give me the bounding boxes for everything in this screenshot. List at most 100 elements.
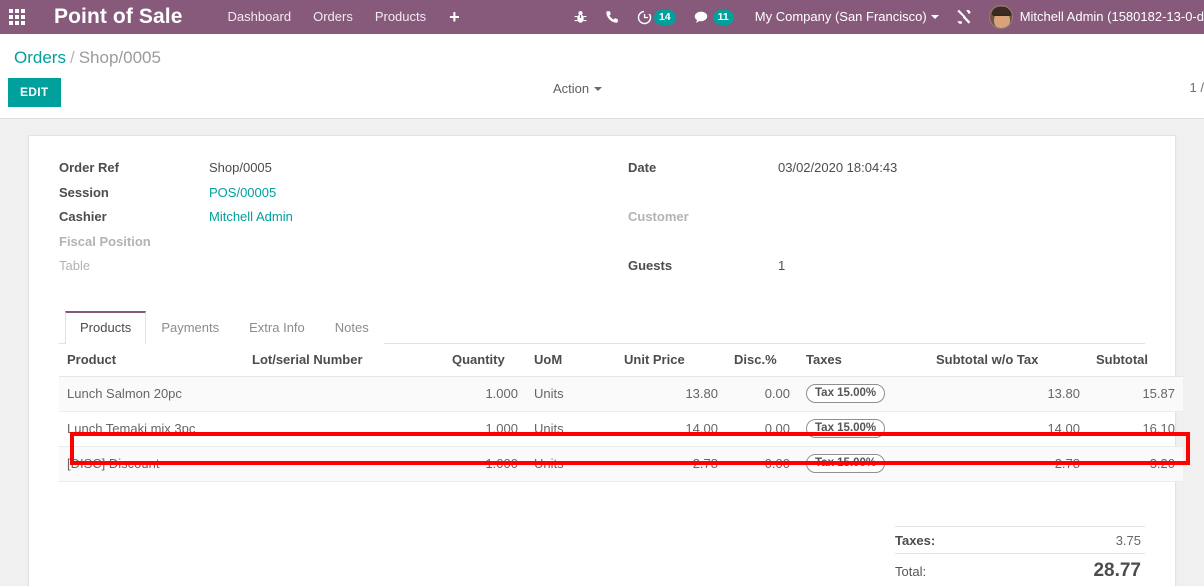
field-cashier: Cashier Mitchell Admin [59, 209, 602, 234]
form-fields: Order Ref Shop/0005 Session POS/00005 Ca… [59, 158, 1145, 283]
control-panel-actions: EDIT Action 1 / [0, 69, 1204, 107]
app-brand-title[interactable]: Point of Sale [54, 5, 182, 29]
nav-add-button[interactable]: + [437, 0, 472, 34]
breadcrumb-separator: / [69, 48, 75, 67]
cell-subtotal-wo-tax: 13.80 [928, 376, 1088, 412]
field-label-fiscal-position: Fiscal Position [59, 233, 151, 249]
tax-badge: Tax 15.00% [806, 453, 886, 473]
col-quantity[interactable]: Quantity [444, 343, 526, 377]
field-label-session: Session [59, 184, 109, 200]
phone-icon[interactable] [596, 0, 628, 34]
order-lines-table: Product Lot/serial Number Quantity UoM U… [59, 343, 1183, 482]
field-value-cashier[interactable]: Mitchell Admin [209, 209, 293, 224]
form-column-right: Date 03/02/2020 18:04:43 Customer Guests… [602, 160, 1145, 283]
field-label-date: Date [628, 160, 657, 175]
activities-menu[interactable]: 14 [628, 0, 685, 34]
field-value-date: 03/02/2020 18:04:43 [778, 160, 898, 175]
table-row[interactable]: [DISC] Discount 1.000 Units -2.78 0.00 T… [59, 446, 1183, 482]
col-uom[interactable]: UoM [526, 343, 616, 377]
company-name: My Company (San Francisco) [754, 9, 927, 24]
col-lot-serial[interactable]: Lot/serial Number [244, 343, 444, 377]
tab-products[interactable]: Products [65, 310, 147, 344]
cell-uom: Units [526, 411, 616, 447]
tab-payments[interactable]: Payments [146, 310, 235, 344]
cell-subtotal: 16.10 [1088, 411, 1183, 447]
cell-unit-price: 13.80 [616, 376, 726, 412]
user-menu-label[interactable]: Mitchell Admin (1580182-13-0-d [1020, 0, 1204, 34]
table-row[interactable]: Lunch Temaki mix 3pc 1.000 Units 14.00 0… [59, 411, 1183, 447]
action-dropdown[interactable]: Action [553, 81, 603, 96]
chevron-down-icon [594, 86, 603, 91]
col-product[interactable]: Product [59, 343, 244, 377]
field-label-customer: Customer [628, 209, 689, 224]
total-row-total: Total: 28.77 [895, 552, 1145, 587]
total-value-total: 28.77 [1093, 559, 1141, 581]
tab-extra-info[interactable]: Extra Info [234, 310, 320, 344]
field-fiscal-position: Fiscal Position [59, 234, 602, 259]
col-discount[interactable]: Disc.% [726, 343, 798, 377]
field-guests: Guests 1 [628, 258, 1145, 283]
total-value-taxes: 3.75 [1115, 532, 1141, 548]
field-value-session[interactable]: POS/00005 [209, 185, 276, 200]
cell-product: Lunch Salmon 20pc [59, 376, 244, 412]
content-area: Order Ref Shop/0005 Session POS/00005 Ca… [0, 119, 1204, 586]
tax-badge: Tax 15.00% [806, 418, 886, 438]
cell-discount: 0.00 [726, 446, 798, 482]
breadcrumb: Orders / Shop/0005 [0, 34, 1204, 69]
bug-icon[interactable] [565, 0, 596, 34]
cell-uom: Units [526, 446, 616, 482]
field-date: Date 03/02/2020 18:04:43 [628, 160, 1145, 185]
cell-discount: 0.00 [726, 376, 798, 412]
cell-taxes: Tax 15.00% [798, 411, 928, 447]
user-avatar[interactable] [988, 5, 1013, 29]
action-dropdown-label: Action [553, 81, 590, 96]
table-header-row: Product Lot/serial Number Quantity UoM U… [59, 343, 1183, 377]
col-subtotal-wo-tax[interactable]: Subtotal w/o Tax [928, 343, 1088, 377]
cell-subtotal-wo-tax: -2.78 [928, 446, 1088, 482]
form-column-left: Order Ref Shop/0005 Session POS/00005 Ca… [59, 160, 602, 283]
col-unit-price[interactable]: Unit Price [616, 343, 726, 377]
control-panel: Orders / Shop/0005 EDIT Action 1 / [0, 34, 1204, 119]
col-taxes[interactable]: Taxes [798, 343, 928, 377]
cell-lot [244, 376, 444, 412]
field-customer: Customer [628, 209, 1145, 234]
cell-quantity: 1.000 [444, 376, 526, 412]
nav-item-products[interactable]: Products [364, 0, 437, 34]
nav-item-orders[interactable]: Orders [302, 0, 364, 34]
chevron-down-icon [930, 15, 939, 20]
cell-product: [DISC] Discount [59, 446, 244, 482]
nav-item-dashboard[interactable]: Dashboard [216, 0, 302, 34]
cell-lot [244, 411, 444, 447]
field-order-ref: Order Ref Shop/0005 [59, 160, 602, 185]
cell-quantity: 1.000 [444, 446, 526, 482]
total-row-taxes: Taxes: 3.75 [895, 525, 1145, 553]
cell-unit-price: -2.78 [616, 446, 726, 482]
messages-menu[interactable]: 11 [685, 0, 743, 34]
apps-menu-icon[interactable] [0, 0, 34, 34]
table-row[interactable]: Lunch Salmon 20pc 1.000 Units 13.80 0.00… [59, 376, 1183, 412]
cell-uom: Units [526, 376, 616, 412]
top-navbar: Point of Sale Dashboard Orders Products … [0, 0, 1204, 34]
col-subtotal[interactable]: Subtotal [1088, 343, 1183, 377]
field-label-table: Table [59, 258, 91, 273]
field-value-guests: 1 [778, 258, 786, 273]
form-spacer-2 [628, 234, 1145, 259]
field-label-guests: Guests [628, 258, 673, 273]
record-pager[interactable]: 1 / [1190, 80, 1204, 95]
form-sheet: Order Ref Shop/0005 Session POS/00005 Ca… [28, 135, 1183, 587]
field-value-order-ref: Shop/0005 [209, 160, 272, 175]
total-label-total: Total: [895, 563, 927, 579]
wrench-icon[interactable] [947, 0, 981, 34]
edit-button[interactable]: EDIT [8, 78, 61, 107]
field-label-cashier: Cashier [59, 209, 107, 224]
totals-block: Taxes: 3.75 Total: 28.77 Total Paid (wit… [59, 525, 1145, 587]
activities-count-badge: 14 [653, 9, 676, 25]
tab-notes[interactable]: Notes [319, 310, 384, 344]
cell-unit-price: 14.00 [616, 411, 726, 447]
breadcrumb-current: Shop/0005 [78, 48, 161, 67]
company-switcher[interactable]: My Company (San Francisco) [743, 0, 947, 34]
breadcrumb-orders[interactable]: Orders [14, 48, 66, 67]
cell-discount: 0.00 [726, 411, 798, 447]
cell-subtotal-wo-tax: 14.00 [928, 411, 1088, 447]
tax-badge: Tax 15.00% [806, 383, 886, 403]
